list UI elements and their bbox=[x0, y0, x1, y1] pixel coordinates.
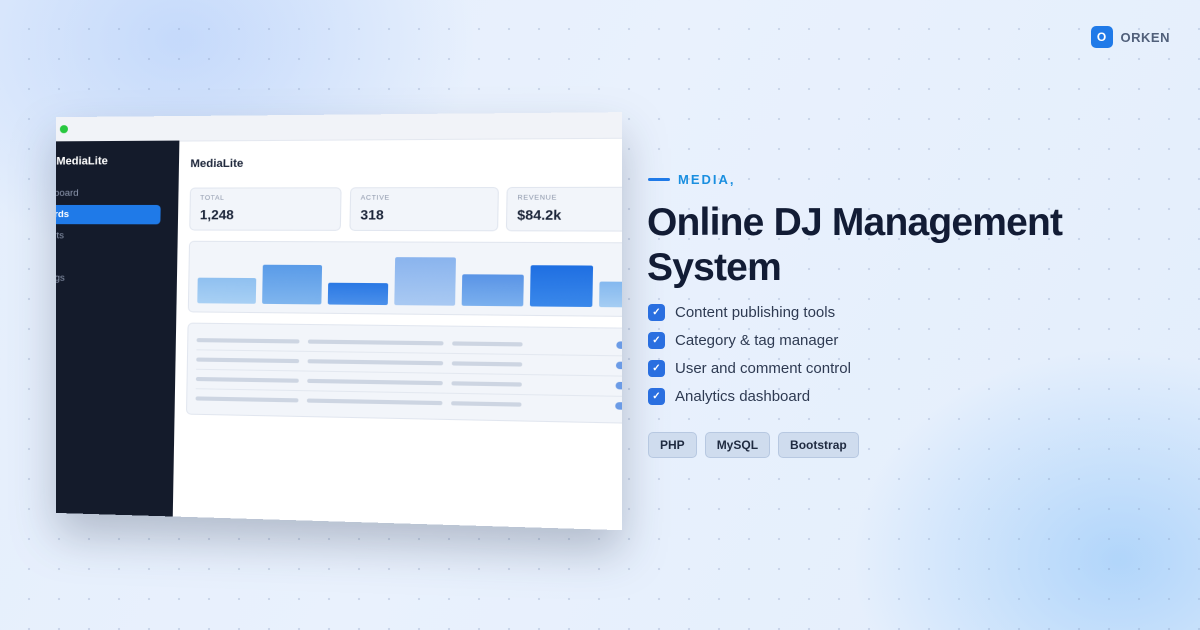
table-cell-placeholder bbox=[196, 396, 299, 402]
feature-item: ✓ Analytics dashboard bbox=[648, 382, 851, 410]
feature-text: Analytics dashboard bbox=[675, 388, 810, 405]
maximize-dot-icon bbox=[60, 125, 68, 133]
eyebrow-line bbox=[648, 178, 670, 181]
row-action-pill[interactable] bbox=[615, 402, 622, 410]
mockup-bar-chart bbox=[188, 241, 622, 317]
table-cell-placeholder bbox=[451, 381, 521, 386]
chart-bar bbox=[394, 257, 456, 306]
feature-text: User and comment control bbox=[675, 360, 851, 377]
chart-bar bbox=[462, 274, 524, 306]
table-cell-placeholder bbox=[196, 358, 299, 364]
stat-label: REVENUE bbox=[517, 194, 622, 202]
stat-value: $84.2k bbox=[517, 207, 622, 223]
category-eyebrow: MEDIA, bbox=[648, 172, 736, 187]
stat-label: ACTIVE bbox=[361, 194, 488, 201]
check-icon: ✓ bbox=[648, 304, 665, 321]
stat-value: 318 bbox=[360, 207, 487, 223]
table-cell-placeholder bbox=[452, 341, 522, 346]
brand-name: ORKEN bbox=[1121, 30, 1170, 45]
sidebar-item-users[interactable]: rs bbox=[56, 247, 160, 267]
feature-text: Category & tag manager bbox=[675, 332, 838, 349]
chart-bar bbox=[262, 265, 322, 305]
brand-logo-icon: O bbox=[1091, 26, 1113, 48]
sidebar-item-reports[interactable]: orts bbox=[56, 226, 160, 246]
eyebrow-text: MEDIA, bbox=[678, 172, 736, 187]
tech-tag: PHP bbox=[648, 432, 697, 458]
mockup-table bbox=[186, 323, 622, 425]
tech-tag: MySQL bbox=[705, 432, 770, 458]
mockup-main: MediaLite TOTAL 1,248 ACTIVE 318 REVENUE $84.… bbox=[173, 137, 622, 531]
mockup-main-title: MediaLite bbox=[190, 158, 243, 171]
feature-item: ✓ Content publishing tools bbox=[648, 298, 851, 326]
feature-item: ✓ User and comment control bbox=[648, 354, 851, 382]
row-action-pill[interactable] bbox=[616, 341, 622, 349]
chart-bar bbox=[530, 265, 593, 307]
chart-bar bbox=[328, 283, 388, 305]
table-cell-placeholder bbox=[308, 359, 444, 365]
app-mockup-screenshot: MediaLite hboard ords ortsrsings MediaLite… bbox=[56, 96, 622, 578]
headline: Online DJ Management System bbox=[647, 200, 1167, 290]
feature-item: ✓ Category & tag manager bbox=[648, 326, 851, 354]
table-cell-placeholder bbox=[308, 339, 444, 345]
table-cell-placeholder bbox=[452, 361, 522, 366]
sidebar-item-dashboard[interactable]: hboard bbox=[56, 184, 161, 203]
mockup-window: MediaLite hboard ords ortsrsings MediaLite… bbox=[56, 112, 622, 532]
row-action-pill[interactable] bbox=[616, 362, 622, 370]
check-icon: ✓ bbox=[648, 360, 665, 377]
chart-bar bbox=[197, 278, 256, 304]
brand: O ORKEN bbox=[1091, 26, 1170, 48]
sidebar-item-settings[interactable]: ings bbox=[56, 268, 160, 288]
row-action-pill[interactable] bbox=[616, 382, 622, 390]
sidebar-item-records[interactable]: ords bbox=[56, 205, 161, 224]
stat-label: TOTAL bbox=[200, 195, 331, 202]
table-cell-placeholder bbox=[196, 377, 299, 383]
stat-card-revenue: REVENUE $84.2k bbox=[506, 187, 622, 232]
stat-value: 1,248 bbox=[200, 207, 331, 223]
tech-tag: Bootstrap bbox=[778, 432, 859, 458]
check-icon: ✓ bbox=[648, 332, 665, 349]
chart-bar bbox=[599, 282, 622, 308]
table-cell-placeholder bbox=[197, 338, 300, 343]
table-cell-placeholder bbox=[307, 398, 443, 405]
mockup-sidebar: MediaLite hboard ords ortsrsings bbox=[56, 141, 179, 517]
table-cell-placeholder bbox=[307, 379, 443, 385]
mockup-app-name: MediaLite bbox=[56, 155, 108, 167]
tech-tags: PHP MySQL Bootstrap bbox=[648, 432, 859, 458]
stat-card-active: ACTIVE 318 bbox=[349, 187, 499, 231]
stat-card-total: TOTAL 1,248 bbox=[189, 187, 341, 231]
feature-list: ✓ Content publishing tools ✓ Category & … bbox=[648, 298, 851, 410]
table-cell-placeholder bbox=[451, 401, 521, 407]
check-icon: ✓ bbox=[648, 388, 665, 405]
feature-text: Content publishing tools bbox=[675, 304, 835, 321]
